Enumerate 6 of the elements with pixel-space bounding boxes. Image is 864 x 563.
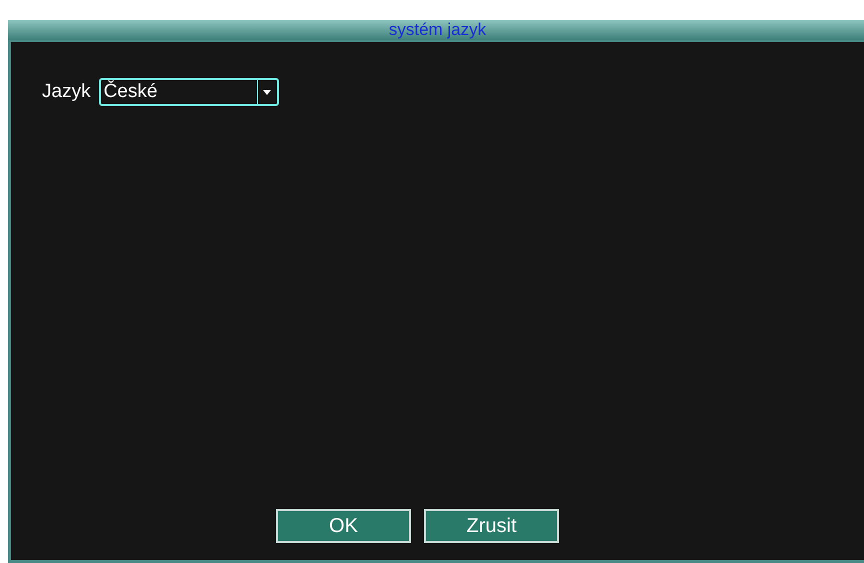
dialog-button[interactable]: Zrusit: [424, 509, 559, 543]
dialog-button[interactable]: OK: [276, 509, 411, 543]
language-dropdown[interactable]: České: [98, 78, 279, 106]
caret-icon: [263, 90, 272, 95]
language-label: Jazyk: [42, 80, 91, 104]
window-title: systém jazyk: [8, 20, 864, 40]
